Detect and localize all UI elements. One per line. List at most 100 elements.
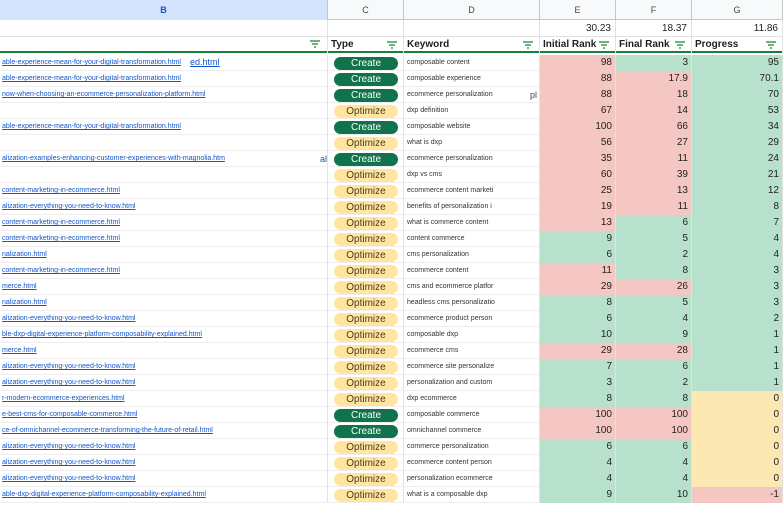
progress-cell[interactable]: 34 — [692, 119, 783, 135]
type-chip[interactable]: Create — [334, 121, 398, 134]
filter-icon[interactable] — [674, 39, 686, 51]
type-chip[interactable]: Optimize — [334, 329, 398, 342]
url-link[interactable]: able-experience-mean-for-your-digital-tr… — [2, 123, 181, 130]
progress-cell[interactable]: -1 — [692, 487, 783, 503]
initial-rank-cell[interactable]: 6 — [540, 247, 616, 263]
initial-rank-cell[interactable]: 6 — [540, 311, 616, 327]
final-rank-cell[interactable]: 10 — [616, 487, 692, 503]
final-rank-cell[interactable]: 26 — [616, 279, 692, 295]
type-cell[interactable]: Optimize — [328, 311, 404, 327]
final-rank-cell[interactable]: 2 — [616, 247, 692, 263]
column-letter-e[interactable]: E — [540, 0, 616, 20]
url-link[interactable]: content-marketing-in-ecommerce.html — [2, 219, 120, 226]
url-cell[interactable]: alization-everything-you-need-to-know.ht… — [0, 375, 328, 391]
initial-rank-cell[interactable]: 100 — [540, 119, 616, 135]
type-chip[interactable]: Optimize — [334, 345, 398, 358]
url-link[interactable]: alization-everything-you-need-to-know.ht… — [2, 443, 135, 450]
initial-rank-cell[interactable]: 8 — [540, 295, 616, 311]
initial-rank-cell[interactable]: 88 — [540, 71, 616, 87]
url-link[interactable]: content-marketing-in-ecommerce.html — [2, 235, 120, 242]
keyword-cell[interactable]: what is a composable dxp — [404, 487, 540, 503]
progress-cell[interactable]: 2 — [692, 311, 783, 327]
progress-cell[interactable]: 95 — [692, 55, 783, 71]
initial-rank-cell[interactable]: 67 — [540, 103, 616, 119]
type-chip[interactable]: Optimize — [334, 233, 398, 246]
final-rank-cell[interactable]: 11 — [616, 151, 692, 167]
type-cell[interactable]: Optimize — [328, 391, 404, 407]
type-cell[interactable]: Create — [328, 55, 404, 71]
keyword-cell[interactable]: composable experience — [404, 71, 540, 87]
url-cell[interactable]: content-marketing-in-ecommerce.html — [0, 263, 328, 279]
final-rank-cell[interactable]: 6 — [616, 439, 692, 455]
url-cell[interactable] — [0, 103, 328, 119]
filter-icon[interactable] — [765, 39, 777, 51]
column-letter-b[interactable]: B — [0, 0, 328, 20]
progress-cell[interactable]: 3 — [692, 279, 783, 295]
final-rank-cell[interactable]: 3 — [616, 55, 692, 71]
keyword-cell[interactable]: dxp vs cms — [404, 167, 540, 183]
type-cell[interactable]: Optimize — [328, 487, 404, 503]
final-rank-cell[interactable]: 27 — [616, 135, 692, 151]
final-rank-cell[interactable]: 9 — [616, 327, 692, 343]
progress-cell[interactable]: 0 — [692, 407, 783, 423]
url-link[interactable]: alization-examples-enhancing-customer-ex… — [2, 155, 225, 162]
type-chip[interactable]: Create — [334, 153, 398, 166]
keyword-cell[interactable]: personalization and custom — [404, 375, 540, 391]
final-rank-cell[interactable]: 66 — [616, 119, 692, 135]
type-cell[interactable]: Optimize — [328, 263, 404, 279]
keyword-cell[interactable]: what is commerce content — [404, 215, 540, 231]
url-cell[interactable]: nalization.html — [0, 247, 328, 263]
url-cell[interactable]: ce-of-omnichannel-ecommerce-transforming… — [0, 423, 328, 439]
keyword-cell[interactable]: ecommerce personalization — [404, 87, 540, 103]
final-rank-cell[interactable]: 28 — [616, 343, 692, 359]
url-cell[interactable] — [0, 135, 328, 151]
type-cell[interactable]: Create — [328, 71, 404, 87]
url-cell[interactable]: alization-everything-you-need-to-know.ht… — [0, 359, 328, 375]
url-cell[interactable]: alization-everything-you-need-to-know.ht… — [0, 439, 328, 455]
initial-rank-cell[interactable]: 13 — [540, 215, 616, 231]
keyword-cell[interactable]: what is dxp — [404, 135, 540, 151]
initial-rank-cell[interactable]: 11 — [540, 263, 616, 279]
header-url[interactable] — [0, 37, 328, 53]
keyword-cell[interactable]: dxp definition — [404, 103, 540, 119]
keyword-cell[interactable]: omnichannel commerce — [404, 423, 540, 439]
final-rank-cell[interactable]: 6 — [616, 359, 692, 375]
type-chip[interactable]: Optimize — [334, 137, 398, 150]
url-link[interactable]: content-marketing-in-ecommerce.html — [2, 267, 120, 274]
progress-cell[interactable]: 0 — [692, 439, 783, 455]
url-cell[interactable]: merce.html — [0, 343, 328, 359]
progress-cell[interactable]: 1 — [692, 359, 783, 375]
initial-rank-cell[interactable]: 7 — [540, 359, 616, 375]
progress-cell[interactable]: 1 — [692, 375, 783, 391]
url-cell[interactable]: content-marketing-in-ecommerce.html — [0, 215, 328, 231]
url-link[interactable]: content-marketing-in-ecommerce.html — [2, 187, 120, 194]
aggregate-cell-d[interactable] — [404, 20, 540, 37]
initial-rank-cell[interactable]: 35 — [540, 151, 616, 167]
final-rank-cell[interactable]: 11 — [616, 199, 692, 215]
filter-icon[interactable] — [522, 39, 534, 51]
type-cell[interactable]: Optimize — [328, 279, 404, 295]
progress-cell[interactable]: 0 — [692, 391, 783, 407]
type-chip[interactable]: Create — [334, 57, 398, 70]
keyword-cell[interactable]: cms personalization — [404, 247, 540, 263]
progress-cell[interactable]: 1 — [692, 327, 783, 343]
final-rank-cell[interactable]: 5 — [616, 295, 692, 311]
progress-cell[interactable]: 53 — [692, 103, 783, 119]
final-rank-cell[interactable]: 6 — [616, 215, 692, 231]
keyword-cell[interactable]: composable commerce — [404, 407, 540, 423]
url-link[interactable]: alization-everything-you-need-to-know.ht… — [2, 203, 135, 210]
url-cell[interactable]: nalization.html — [0, 295, 328, 311]
aggregate-cell-c[interactable] — [328, 20, 404, 37]
progress-cell[interactable]: 24 — [692, 151, 783, 167]
type-cell[interactable]: Create — [328, 87, 404, 103]
progress-cell[interactable]: 1 — [692, 343, 783, 359]
initial-rank-cell[interactable]: 29 — [540, 343, 616, 359]
keyword-cell[interactable]: ecommerce content person — [404, 455, 540, 471]
type-cell[interactable]: Optimize — [328, 167, 404, 183]
type-cell[interactable]: Optimize — [328, 439, 404, 455]
type-chip[interactable]: Optimize — [334, 185, 398, 198]
header-initial-rank[interactable]: Initial Rank — [540, 37, 616, 53]
url-cell[interactable]: alization-everything-you-need-to-know.ht… — [0, 471, 328, 487]
url-link[interactable]: r-modern-ecommerce-experiences.html — [2, 395, 125, 402]
url-link[interactable]: alization-everything-you-need-to-know.ht… — [2, 315, 135, 322]
